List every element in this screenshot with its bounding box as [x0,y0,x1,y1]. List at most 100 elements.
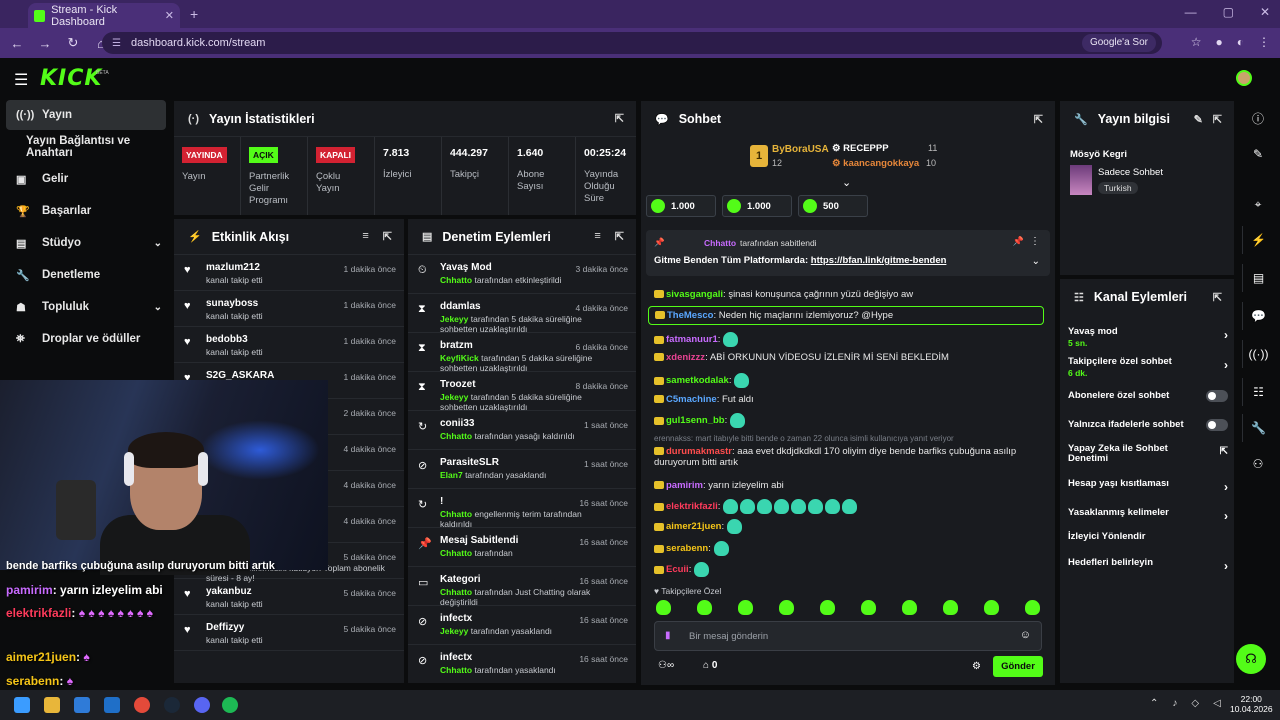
chat-message[interactable]: fatmanuur1: [654,332,740,347]
sidebar-item-topluluk[interactable]: ☗ Topluluk ⌄ [6,292,166,322]
chat-username[interactable]: pamirim [666,480,703,491]
chat-bubble-icon[interactable]: 💬 [1242,302,1274,330]
support-button[interactable]: ☊ [1236,644,1266,674]
chevron-down-icon[interactable]: ⌄ [1032,256,1040,267]
back-icon[interactable]: ← [6,36,28,51]
maximize-icon[interactable]: ▢ [1223,5,1234,19]
chat-message[interactable]: xdenizzz: ABİ ORKUNUN VİDEOSU İZLENİR Mİ… [654,352,949,363]
popout-icon[interactable]: ⇱ [1213,291,1222,304]
broadcast-icon[interactable]: ((·)) [1242,340,1274,368]
document-icon[interactable]: ▤ [1242,264,1274,292]
close-window-icon[interactable]: ✕ [1260,5,1270,19]
moderation-actor[interactable]: Jekeyy [440,392,468,402]
moderation-target[interactable]: ParasiteSLR [440,457,499,468]
chat-input[interactable]: ▮ Bir mesaj gönderin ☺ [654,621,1042,651]
filter-icon[interactable]: ≡ [594,230,600,243]
emote-icon[interactable] [984,600,999,615]
chat-message[interactable]: gul1senn_bb: [654,413,747,428]
bookmark-star-icon[interactable]: ☆ [1191,35,1202,49]
share-icon[interactable]: ⚇ [1242,450,1274,478]
user-avatar[interactable] [1236,70,1252,86]
chat-username[interactable]: sivasgangali [666,289,723,300]
moderation-target[interactable]: bratzm [440,340,473,351]
channel-action-row[interactable]: Hesap yaşı kısıtlaması › [1068,478,1228,494]
chrome-icon[interactable] [134,697,150,713]
sidebar-item-yayin[interactable]: ((·)) Yayın [6,100,166,130]
channel-action-row[interactable]: Yasaklanmış kelimeler › [1068,507,1228,523]
sliders-icon[interactable]: ☷ [1242,378,1274,406]
pinned-link[interactable]: https://bfan.link/gitme-benden [811,255,947,266]
emote-icon[interactable] [1025,600,1040,615]
menu-icon[interactable]: ⋮ [1258,35,1270,49]
activity-user[interactable]: sunayboss [206,298,258,309]
moderation-actor[interactable]: Chhatto [440,509,472,519]
activity-user[interactable]: yakanbuz [206,586,252,597]
forward-icon[interactable]: → [34,36,56,51]
emoji-icon[interactable]: ☺ [1020,629,1031,641]
moderation-target[interactable]: conii33 [440,418,474,429]
extension-icon[interactable]: ● [1216,35,1223,49]
unpin-icon[interactable]: 📌 [1013,236,1024,247]
emote-icon[interactable] [656,600,671,615]
leader-2-name[interactable]: ⚙ RECEPPP [832,143,889,154]
popout-icon[interactable]: ⇱ [615,112,624,125]
chat-message[interactable]: C5machine: Fut aldı [654,394,754,405]
info-icon[interactable]: ⓘ [1242,104,1274,132]
chat-message[interactable]: pamirim: yarın izleyelim abi [654,480,784,491]
goal-1[interactable]: 1.000 [646,195,716,217]
toggle-switch[interactable] [1206,390,1228,402]
channel-action-row[interactable]: Abonelere özel sohbet [1068,390,1228,402]
pen-icon[interactable]: ✎ [1242,140,1274,168]
sidebar-item-studyo[interactable]: ▤ Stüdyo ⌄ [6,228,166,258]
moderation-actor[interactable]: Chhatto [440,587,472,597]
kick-logo[interactable]: KICK [40,66,102,91]
chat-message[interactable]: sametkodalak: [654,373,751,388]
channel-action-row[interactable]: İzleyici Yönlendir [1068,531,1228,542]
moderation-target[interactable]: Mesaj Sabitlendi [440,535,518,546]
emote-icon[interactable] [738,600,753,615]
channel-action-row[interactable]: Yapay Zeka ile Sohbet Denetimi ⇱ [1068,444,1228,464]
chat-username[interactable]: aimer21juen [666,521,721,532]
chat-username[interactable]: elektrikfazli [666,501,718,512]
edit-icon[interactable]: ✎ [1194,113,1203,126]
emote-icon[interactable] [697,600,712,615]
moderation-row[interactable]: ⊘ ParasiteSLR Elan7 tarafından yasaklandı 1… [408,450,636,489]
browser-tab[interactable]: Stream - Kick Dashboard ✕ [28,3,180,28]
moderation-actor[interactable]: KeyfiKick [440,353,479,363]
sidebar-item-denetleme[interactable]: 🔧 Denetleme [6,260,166,290]
emote-icon[interactable] [902,600,917,615]
mic-icon[interactable]: ▮ [665,630,671,641]
chevron-up-icon[interactable]: ⌃ [1150,698,1158,709]
url-field[interactable]: ☰ dashboard.kick.com/stream Google'a Sor [102,32,1162,54]
chat-username[interactable]: durumakmastr [666,446,732,457]
moderation-target[interactable]: ddamlas [440,301,481,312]
moderation-row[interactable]: ⊘ infectx Chhatto tarafından yasaklandı 16 … [408,645,636,683]
chat-message[interactable]: aimer21juen: [654,519,744,534]
moderation-actor[interactable]: Jekeyy [440,314,468,324]
moderation-actor[interactable]: Chhatto [440,548,472,558]
chat-username[interactable]: gul1senn_bb [666,415,725,426]
channel-action-row[interactable]: Yalnızca ifadelerle sohbet [1068,419,1228,431]
chat-username[interactable]: serabenn [666,543,708,554]
toggle-switch[interactable] [1206,419,1228,431]
moderation-target[interactable]: Yavaş Mod [440,262,492,273]
channel-action-row[interactable]: Yavaş mod 5 sn. › [1068,326,1228,348]
mic-icon[interactable]: ♪ [1172,698,1177,709]
moderation-actor[interactable]: Chhatto [440,275,472,285]
chat-username[interactable]: sametkodalak [666,375,729,386]
focus-icon[interactable]: ⌖ [1242,190,1274,218]
moderation-actor[interactable]: Chhatto [440,431,472,441]
activity-row[interactable]: ♥ yakanbuz kanalı takip etti 5 dakika önce [174,579,404,615]
chat-message[interactable]: sivasgangali: şinasi konuşunca çağrının … [654,289,913,300]
moderation-target[interactable]: ! [440,496,443,507]
chat-username[interactable]: fatmanuur1 [666,334,718,345]
network-icon[interactable]: ◇ [1191,698,1199,709]
chat-message[interactable]: erennakss: mart itabıyle bitti bende o z… [654,434,954,443]
chat-message[interactable]: serabenn: [654,541,731,556]
chat-username[interactable]: TheMesco [667,310,713,321]
google-ask-button[interactable]: Google'a Sor [1081,34,1156,52]
community-points-icon[interactable]: ⚇∞ [658,660,674,671]
moderation-target[interactable]: infectx [440,652,472,663]
clock[interactable]: 22:00 10.04.2026 [1230,694,1273,714]
chat-message[interactable]: TheMesco: Neden hiç maçlarını izlemiyoru… [648,306,1044,325]
